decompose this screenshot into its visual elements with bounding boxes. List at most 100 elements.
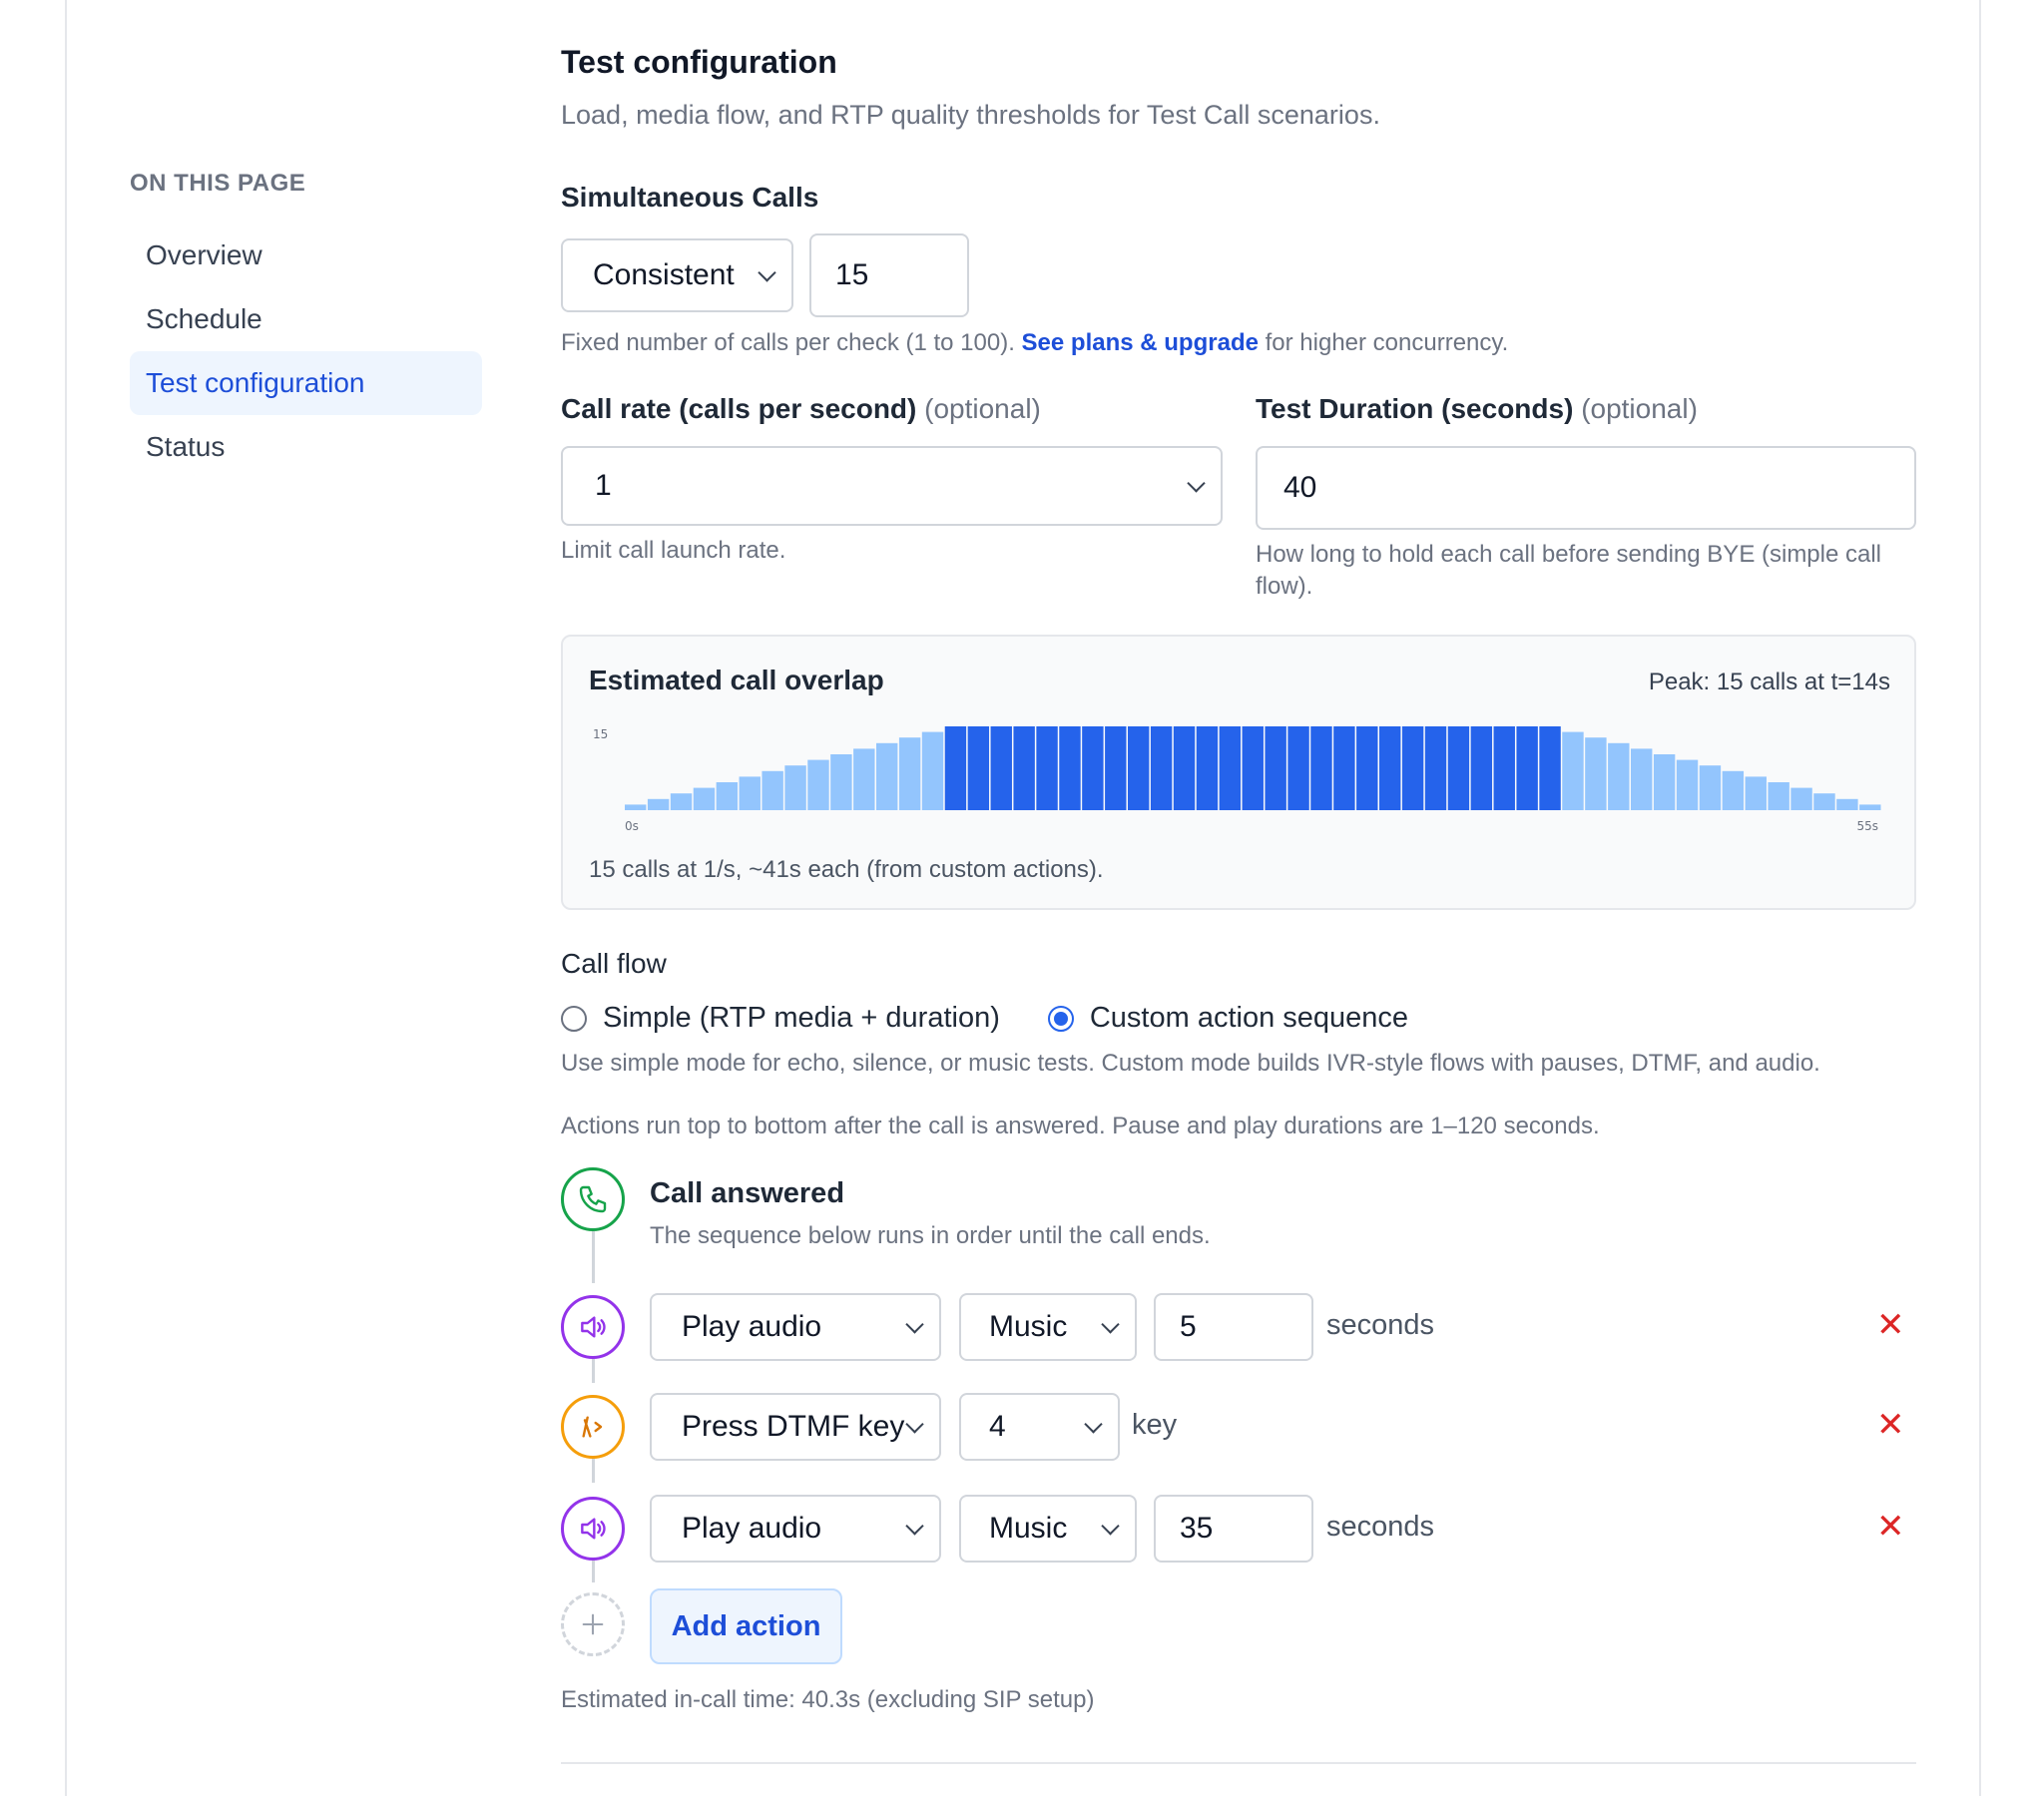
page-subtitle: Load, media flow, and RTP quality thresh… — [561, 100, 1380, 130]
chevron-down-icon — [758, 263, 776, 282]
step-3-seconds-input[interactable]: 35 — [1154, 1495, 1313, 1563]
chart-bar — [1722, 770, 1745, 810]
sidebar-item-overview[interactable]: Overview — [130, 224, 482, 287]
chart-bar — [762, 770, 783, 810]
chart-bar — [807, 759, 829, 810]
chart-bar — [1676, 759, 1699, 810]
chart-bar — [670, 793, 693, 810]
chart-bar — [784, 765, 806, 810]
chart-bar — [1447, 726, 1470, 810]
step-3-action-select[interactable]: Play audio — [650, 1495, 941, 1563]
chart-bar — [1653, 754, 1676, 810]
simultaneous-help-text: Fixed number of calls per check (1 to 10… — [561, 329, 1015, 356]
add-action-button[interactable]: Add action — [650, 1588, 842, 1664]
chart-bar — [1242, 726, 1264, 810]
chart-bar — [1539, 726, 1561, 810]
call-rate-value: 1 — [595, 469, 612, 502]
chart-bar — [830, 754, 852, 810]
chevron-down-icon — [1101, 1517, 1120, 1536]
chart-bar — [1493, 726, 1515, 810]
call-flow-help: Use simple mode for echo, silence, or mu… — [561, 1050, 1820, 1077]
chart-bar — [1082, 726, 1104, 810]
sidebar-item-status[interactable]: Status — [130, 415, 482, 479]
step-2-key-select[interactable]: 4 — [959, 1393, 1120, 1461]
chevron-down-icon — [1101, 1315, 1120, 1334]
chevron-down-icon — [905, 1415, 924, 1434]
step-1-media-select[interactable]: Music — [959, 1293, 1137, 1361]
call-flow-label: Call flow — [561, 948, 667, 979]
page-title: Test configuration — [561, 44, 837, 80]
chart-bar — [1013, 726, 1035, 810]
actions-note: Actions run top to bottom after the call… — [561, 1113, 1600, 1139]
chevron-down-icon — [1187, 474, 1206, 493]
chart-bar — [693, 787, 716, 810]
radio-custom-label[interactable]: Custom action sequence — [1090, 1002, 1408, 1035]
simultaneous-mode-value: Consistent — [593, 258, 735, 291]
chart-bar — [1150, 726, 1173, 810]
call-rate-label-text: Call rate (calls per second) — [561, 393, 917, 424]
step-3-delete-icon[interactable]: ✕ — [1876, 1507, 1905, 1547]
x-tick-label: 0s — [625, 819, 639, 833]
chart-bar — [1585, 737, 1607, 810]
step-3-media-select[interactable]: Music — [959, 1495, 1137, 1563]
chart-bar — [921, 731, 944, 810]
sidebar-item-test-configuration[interactable]: Test configuration — [130, 351, 482, 415]
chart-bar — [1813, 793, 1835, 810]
chevron-down-icon — [905, 1517, 924, 1536]
dtmf-icon — [561, 1395, 625, 1459]
chart-bar — [739, 776, 761, 810]
step-1-seconds: 5 — [1180, 1310, 1197, 1343]
call-answered-title: Call answered — [650, 1177, 845, 1209]
chart-bar — [1859, 804, 1881, 810]
chevron-down-icon — [905, 1315, 924, 1334]
test-duration-label: Test Duration (seconds) (optional) — [1256, 393, 1698, 425]
radio-simple[interactable] — [561, 1005, 587, 1032]
chart-bar — [944, 726, 967, 810]
chart-bar — [1790, 787, 1812, 810]
test-duration-value: 40 — [1283, 471, 1317, 504]
chart-bar — [898, 737, 921, 810]
chart-bar — [1356, 726, 1378, 810]
simultaneous-calls-input[interactable]: 15 — [809, 233, 969, 317]
chart-bar — [716, 782, 739, 810]
chart-bar — [967, 726, 990, 810]
radio-simple-label[interactable]: Simple (RTP media + duration) — [603, 1002, 1000, 1035]
step-2-delete-icon[interactable]: ✕ — [1876, 1405, 1905, 1445]
estimated-call-time: Estimated in-call time: 40.3s (excluding… — [561, 1686, 1095, 1713]
chart-bar — [1310, 726, 1332, 810]
chart-bar — [1059, 726, 1081, 810]
plus-icon[interactable] — [561, 1592, 625, 1656]
step-3-action: Play audio — [682, 1512, 822, 1545]
test-duration-input[interactable]: 40 — [1256, 446, 1916, 530]
overlap-chart: 15 0s 55s — [593, 726, 1881, 833]
chart-bar — [1424, 726, 1447, 810]
chart-bar — [1173, 726, 1196, 810]
sidebar-item-schedule[interactable]: Schedule — [130, 287, 482, 351]
step-3-media: Music — [989, 1512, 1068, 1545]
chart-bar — [1768, 782, 1789, 810]
call-rate-select[interactable]: 1 — [561, 446, 1223, 526]
simultaneous-mode-select[interactable]: Consistent — [561, 238, 793, 312]
chart-bar — [1287, 726, 1309, 810]
simultaneous-help: Fixed number of calls per check (1 to 10… — [561, 327, 1508, 359]
chart-bar — [1219, 726, 1242, 810]
phone-icon — [561, 1167, 625, 1231]
step-1-delete-icon[interactable]: ✕ — [1876, 1305, 1905, 1345]
chart-bar — [1516, 726, 1538, 810]
chart-bar — [1333, 726, 1355, 810]
step-3-seconds: 35 — [1180, 1512, 1214, 1545]
chart-bar — [1745, 776, 1767, 810]
step-2-action-select[interactable]: Press DTMF key — [650, 1393, 941, 1461]
chart-bar — [1836, 798, 1858, 810]
radio-custom[interactable] — [1047, 1005, 1074, 1032]
chart-bar — [990, 726, 1012, 810]
chevron-down-icon — [1084, 1415, 1103, 1434]
see-plans-upgrade-link[interactable]: See plans & upgrade — [1022, 329, 1259, 356]
chart-bar — [1105, 726, 1127, 810]
step-1-seconds-input[interactable]: 5 — [1154, 1293, 1313, 1361]
step-1-action-select[interactable]: Play audio — [650, 1293, 941, 1361]
chart-bar — [1036, 726, 1058, 810]
simultaneous-calls-value: 15 — [835, 258, 869, 291]
call-rate-optional: (optional) — [924, 393, 1041, 424]
speaker-icon — [561, 1497, 625, 1561]
